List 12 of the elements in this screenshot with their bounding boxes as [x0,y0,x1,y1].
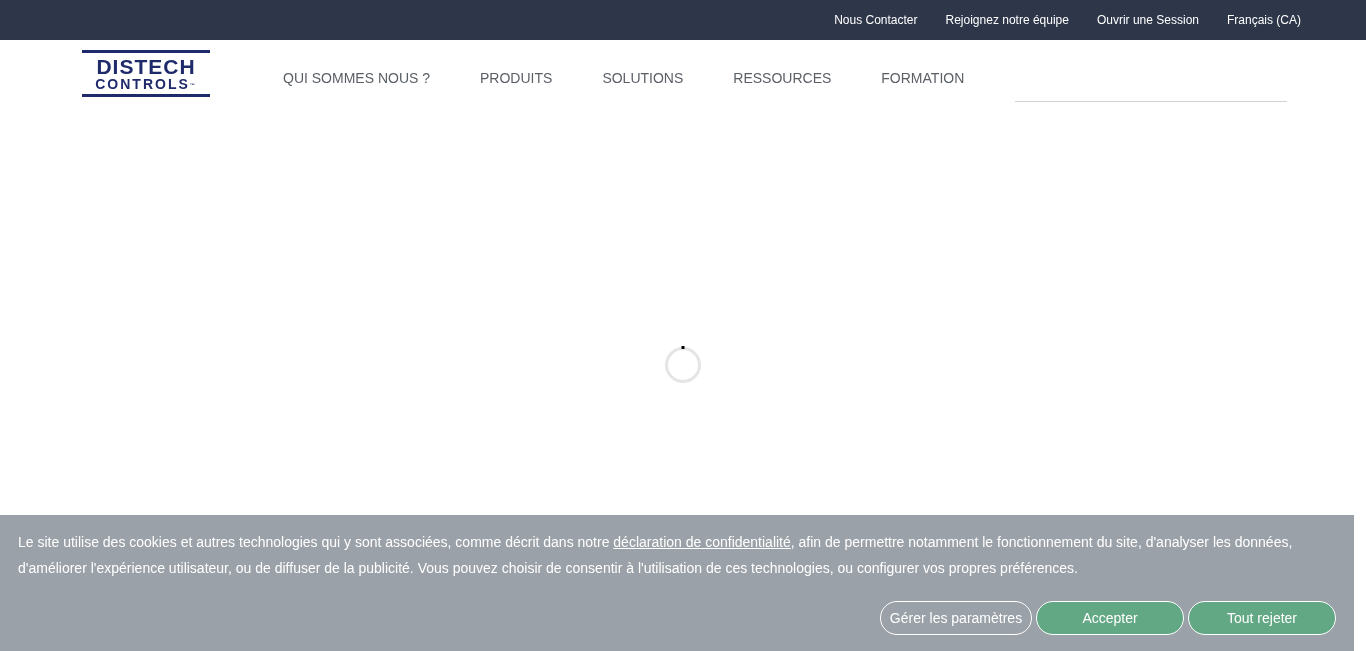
loading-spinner-icon [664,346,702,384]
nav-item[interactable]: RESSOURCES [733,68,832,89]
top-link[interactable]: Nous Contacter [834,11,918,29]
logo[interactable]: DISTECH CONTROLS$^{™}$ [82,50,210,97]
top-link[interactable]: Français (CA) [1227,11,1301,29]
nav-item[interactable]: FORMATION [881,68,965,89]
nav-item[interactable]: SOLUTIONS [602,68,684,89]
nav-item[interactable]: QUI SOMMES NOUS ? [283,68,431,89]
cookie-notice-text: Le site utilise des cookies et autres technologies qui y sont associées, comme décrit dans notre déclaration de confidentialité, afin de permettre notamment le fonctionnement du site, d'analyser les données, d'améliorer l'expérience utilisateur, ou de diffuser de la publicité. Vous pouvez choisir de consentir à l'utilisation de ces technologies, ou configurer vos propres préférences. [18,533,1294,578]
top-link[interactable]: Ouvrir une Session [1096,11,1199,29]
nav-item[interactable]: PRODUITS [480,68,553,89]
top-link[interactable]: Rejoignez notre équipe [945,11,1069,29]
